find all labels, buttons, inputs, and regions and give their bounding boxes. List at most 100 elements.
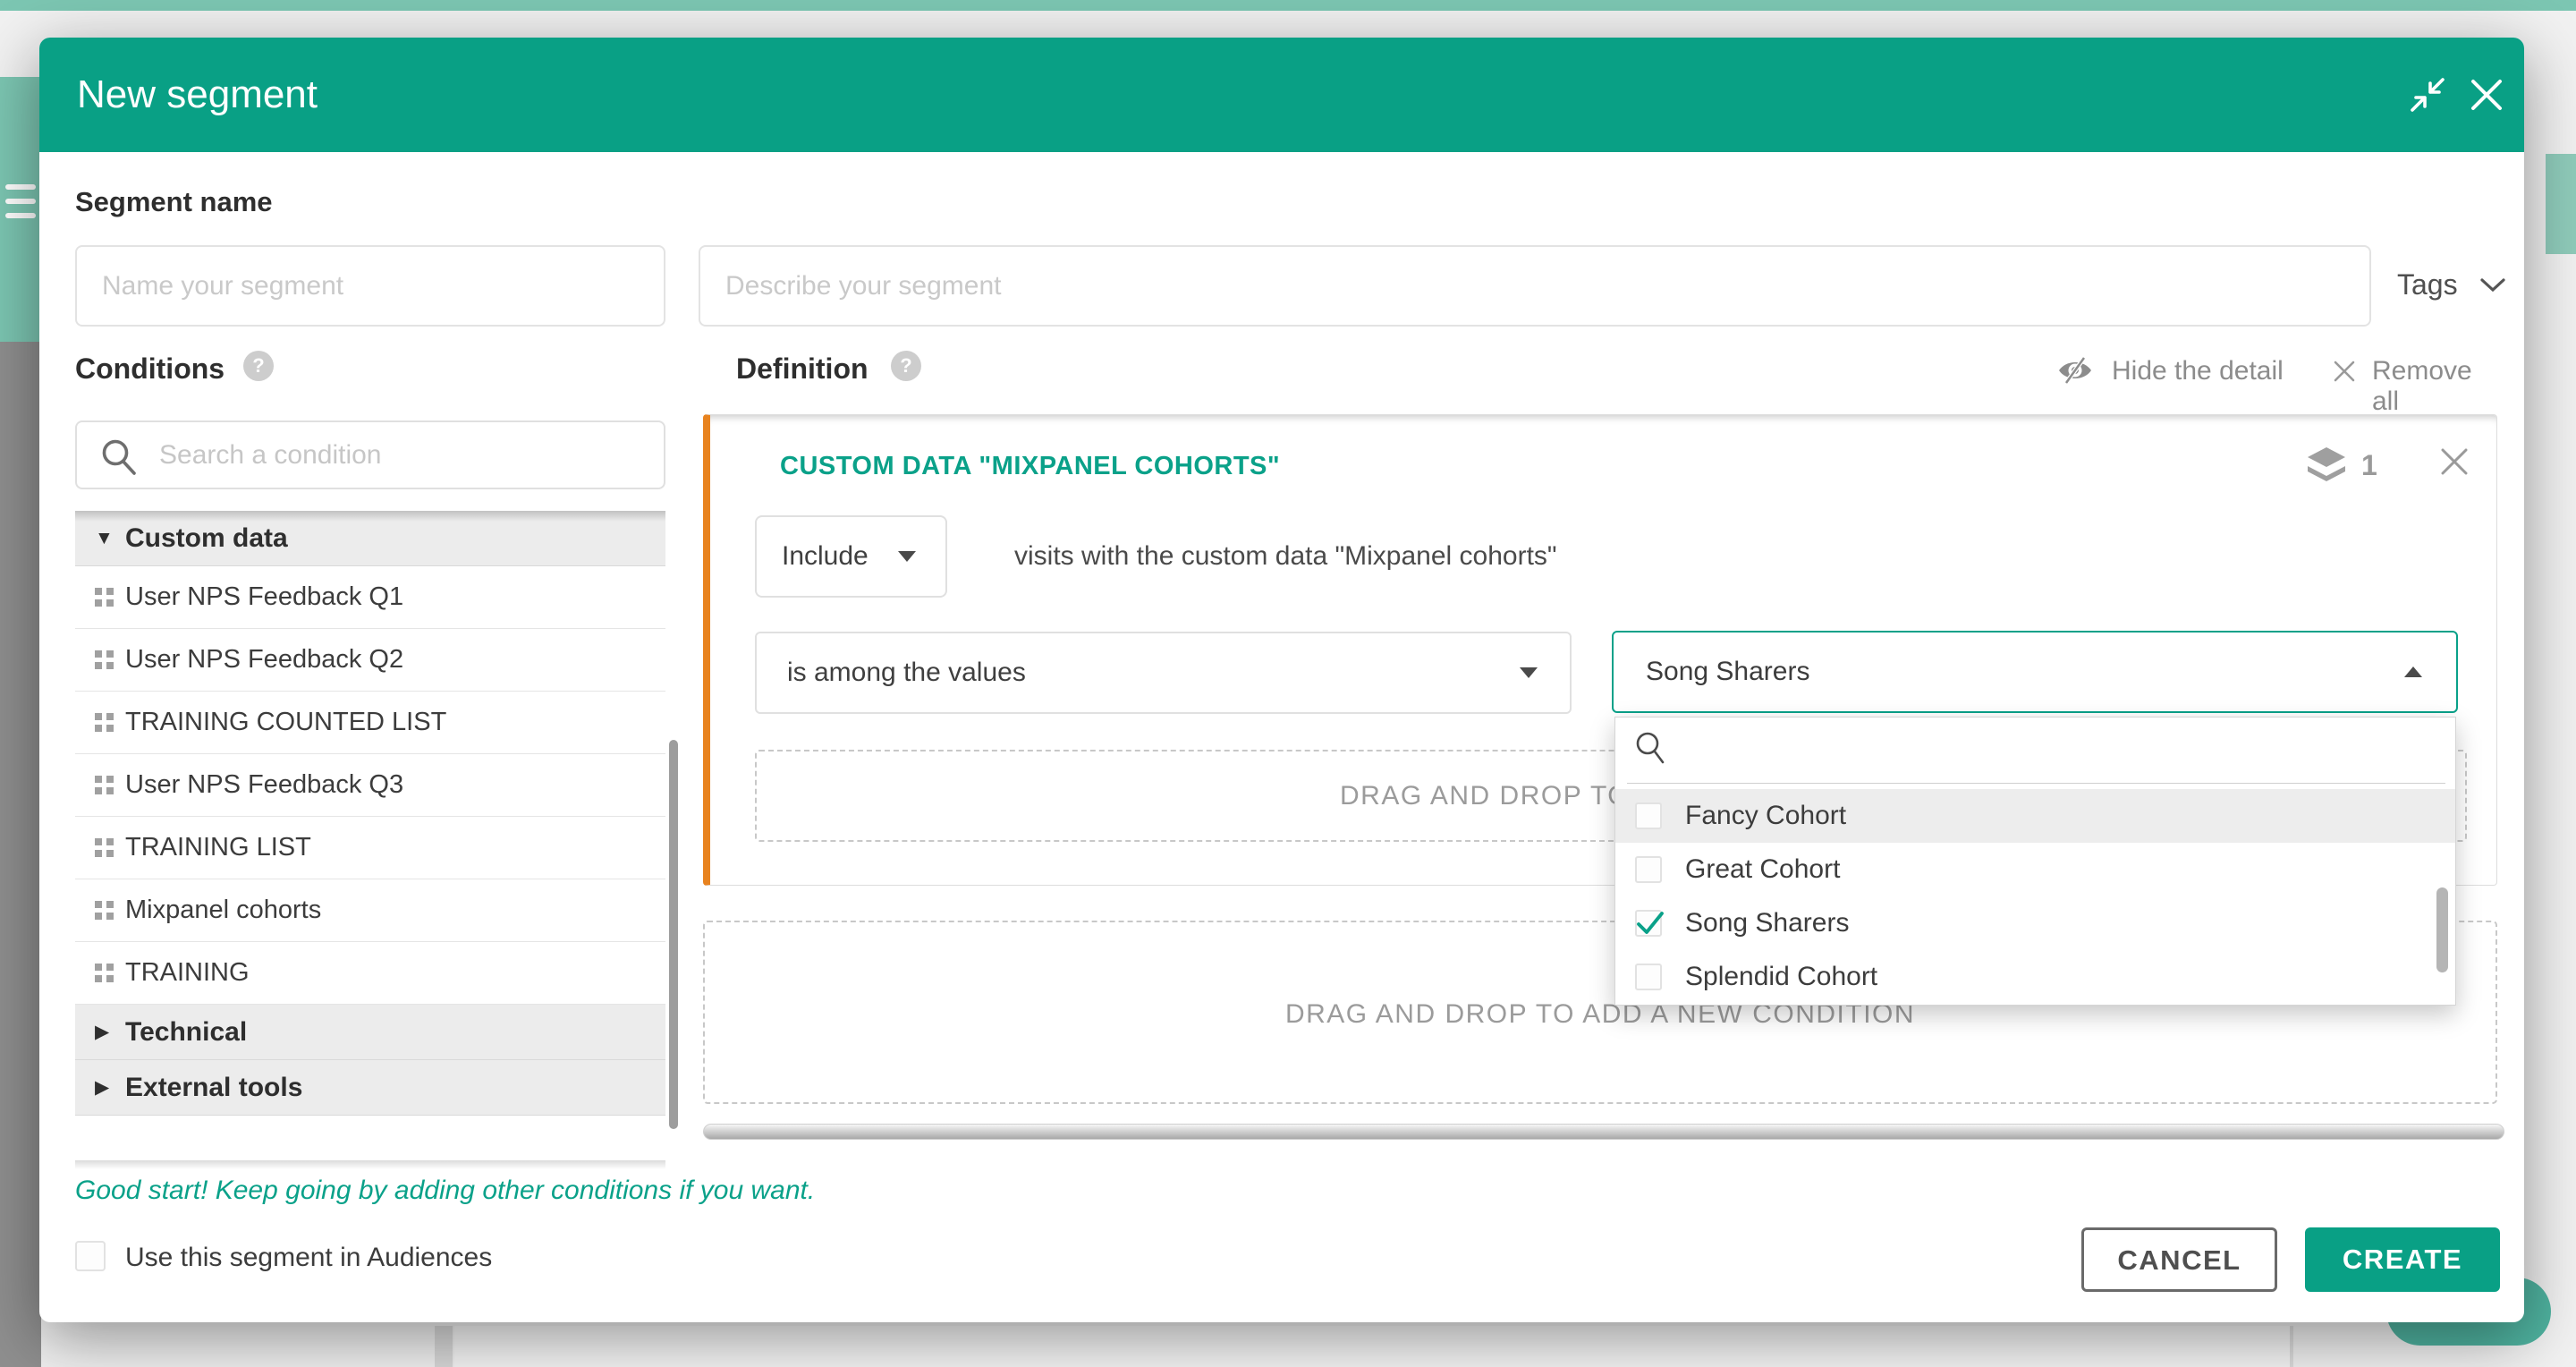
page-bottom-divider (435, 1326, 453, 1367)
caret-up-icon (2404, 667, 2422, 677)
drag-handle-icon[interactable] (75, 588, 125, 607)
cohort-option-great-cohort[interactable]: Great Cohort (1615, 843, 2455, 896)
segment-name-label: Segment name (75, 186, 273, 218)
condition-item-training[interactable]: TRAINING (75, 942, 665, 1005)
condition-group-technical[interactable]: ▶Technical (75, 1005, 665, 1060)
drag-handle-icon[interactable] (75, 901, 125, 921)
chevron-down-icon (2479, 277, 2506, 298)
new-segment-modal: New segment Segment name Tags (39, 38, 2524, 1322)
caret-right-icon: ▶ (75, 1076, 125, 1099)
drag-handle-icon[interactable] (75, 713, 125, 733)
cohort-option-label: Splendid Cohort (1685, 950, 1877, 1004)
drag-handle-icon[interactable] (75, 776, 125, 795)
include-value: Include (782, 517, 869, 596)
card-close-icon[interactable] (2438, 446, 2470, 482)
layers-icon[interactable] (2306, 446, 2347, 488)
remove-all-button[interactable]: Remove all (2333, 352, 2504, 388)
modal-header: New segment (39, 38, 2524, 152)
checkbox-empty[interactable] (1635, 802, 1662, 829)
condition-item-label: User NPS Feedback Q1 (125, 582, 403, 612)
cohort-option-label: Song Sharers (1685, 896, 1849, 950)
cohort-option-label: Fancy Cohort (1685, 789, 1846, 843)
dropdown-divider (1627, 783, 2445, 784)
eye-off-icon (2056, 356, 2094, 389)
search-icon (1633, 730, 1669, 774)
condition-card-title: CUSTOM DATA "MIXPANEL COHORTS" (780, 452, 1280, 481)
condition-group-label: External tools (125, 1073, 302, 1103)
checkmark-icon[interactable] (1635, 910, 1662, 937)
page-bottom-divider (2290, 1326, 2293, 1367)
condition-item-training-counted-list[interactable]: TRAINING COUNTED LIST (75, 692, 665, 754)
app-top-bar (0, 0, 2576, 11)
condition-group-custom-data[interactable]: ▼Custom data (75, 511, 665, 566)
definition-h-scrollbar[interactable] (703, 1124, 2504, 1140)
condition-item-user-nps-feedback-q2[interactable]: User NPS Feedback Q2 (75, 629, 665, 692)
condition-item-training-list[interactable]: TRAINING LIST (75, 817, 665, 879)
definition-heading: Definition (736, 352, 869, 386)
cohort-option-song-sharers[interactable]: Song Sharers (1615, 896, 2455, 950)
drag-handle-icon[interactable] (75, 650, 125, 670)
condition-item-label: User NPS Feedback Q2 (125, 645, 403, 675)
audiences-checkbox-label: Use this segment in Audiences (125, 1243, 492, 1273)
conditions-scrollbar[interactable] (669, 740, 678, 1129)
list-bottom-shadow (75, 1160, 665, 1169)
cohort-options-list: Fancy CohortGreat CohortSong SharersSple… (1615, 789, 2455, 1004)
caret-down-icon (898, 551, 916, 562)
cohort-option-fancy-cohort[interactable]: Fancy Cohort (1615, 789, 2455, 843)
cohort-option-splendid-cohort[interactable]: Splendid Cohort (1615, 950, 2455, 1004)
conditions-list: ▼Custom data User NPS Feedback Q1 User NPS… (75, 511, 665, 1116)
close-icon[interactable] (2467, 75, 2506, 115)
conditions-heading: Conditions (75, 352, 225, 386)
progress-hint: Good start! Keep going by adding other c… (75, 1176, 815, 1206)
help-icon[interactable]: ? (891, 351, 921, 381)
page-bottom-edge (454, 1326, 2290, 1367)
operator-value: is among the values (787, 633, 1026, 712)
condition-group-external-tools[interactable]: ▶External tools (75, 1060, 665, 1116)
condition-item-label: TRAINING (125, 958, 250, 988)
segment-description-input[interactable] (699, 245, 2371, 327)
remove-all-icon (2333, 360, 2356, 387)
selected-value: Song Sharers (1646, 633, 1809, 711)
checkbox-empty[interactable] (1635, 856, 1662, 883)
modal-title: New segment (77, 38, 318, 152)
menu-bar (5, 184, 36, 190)
condition-sentence: visits with the custom data "Mixpanel co… (1014, 515, 1557, 598)
search-icon (98, 437, 140, 482)
tags-dropdown[interactable]: Tags (2397, 263, 2506, 308)
page-header-edge (2546, 154, 2576, 254)
condition-search-input[interactable] (159, 422, 651, 488)
dimmed-sidebar (0, 342, 41, 1367)
cohort-dropdown-panel: Fancy CohortGreat CohortSong SharersSple… (1614, 717, 2456, 1006)
create-button[interactable]: CREATE (2305, 1227, 2500, 1292)
segment-name-input[interactable] (75, 245, 665, 327)
condition-item-mixpanel-cohorts[interactable]: Mixpanel cohorts (75, 879, 665, 942)
condition-group-label: Custom data (125, 523, 288, 554)
menu-icon[interactable] (0, 177, 41, 227)
cohort-search-input[interactable] (1678, 730, 2429, 771)
checkbox-empty[interactable] (1635, 964, 1662, 990)
tags-label: Tags (2397, 268, 2458, 301)
help-icon[interactable]: ? (243, 351, 274, 381)
menu-bar (5, 213, 36, 218)
drag-handle-icon[interactable] (75, 838, 125, 858)
hide-detail-button[interactable]: Hide the detail (2056, 352, 2325, 388)
app-sidebar-header (0, 77, 41, 342)
dropdown-scrollbar[interactable] (2436, 887, 2448, 972)
cohort-value-select[interactable]: Song Sharers (1612, 631, 2458, 713)
condition-item-label: TRAINING COUNTED LIST (125, 708, 446, 737)
caret-down-icon: ▼ (75, 528, 125, 549)
collapse-icon[interactable] (2408, 75, 2447, 115)
menu-bar (5, 199, 36, 204)
remove-all-label: Remove all (2372, 356, 2504, 417)
caret-right-icon: ▶ (75, 1021, 125, 1043)
cancel-button[interactable]: CANCEL (2081, 1227, 2277, 1292)
condition-item-user-nps-feedback-q1[interactable]: User NPS Feedback Q1 (75, 566, 665, 629)
drag-handle-icon[interactable] (75, 964, 125, 983)
condition-item-user-nps-feedback-q3[interactable]: User NPS Feedback Q3 (75, 754, 665, 817)
condition-item-label: User NPS Feedback Q3 (125, 770, 403, 800)
stack-count-badge: 1 (2361, 449, 2377, 482)
operator-select[interactable]: is among the values (755, 632, 1572, 714)
cohort-option-label: Great Cohort (1685, 843, 1840, 896)
include-exclude-select[interactable]: Include (755, 515, 947, 598)
audiences-checkbox[interactable] (75, 1241, 106, 1271)
